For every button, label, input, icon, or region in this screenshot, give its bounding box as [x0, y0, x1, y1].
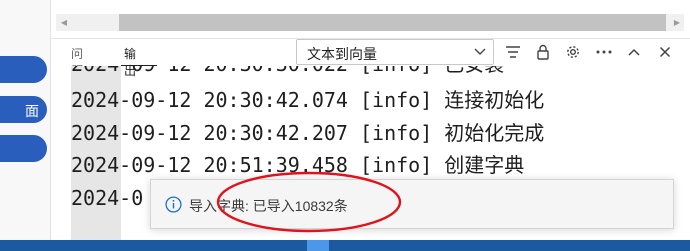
chevron-up-icon[interactable]	[624, 42, 644, 62]
status-bar-accent	[307, 240, 329, 251]
log-line: 2024-09-12 20:51:39.458 [info] 创建字典	[71, 153, 525, 177]
sidebar-item-3[interactable]	[0, 135, 47, 162]
log-line: 2024-09-12 20:30:42.207 [info] 初始化完成	[71, 121, 545, 145]
gear-icon[interactable]	[563, 42, 583, 62]
log-line: 2024-0	[71, 186, 144, 210]
sidebar-item-2[interactable]: 面	[0, 96, 47, 123]
sidebar-item-label: 面	[25, 103, 39, 119]
status-bar	[0, 240, 690, 251]
scroll-left-arrow-icon[interactable]: ◀	[57, 14, 71, 31]
more-icon[interactable]	[594, 42, 614, 62]
chevron-down-icon	[474, 48, 486, 55]
sidebar-item-1[interactable]	[0, 56, 47, 83]
log-line: 2024-09-12 20:30:30.022 [info] 已安装	[71, 66, 504, 76]
output-channel-select[interactable]: 文本到向量	[296, 39, 494, 65]
notification-message: 导入字典: 已导入10832条	[189, 198, 348, 214]
sidebar: 面	[0, 0, 50, 251]
notification-toast[interactable]: 导入字典: 已导入10832条	[150, 179, 674, 229]
close-icon[interactable]	[655, 42, 675, 62]
filter-list-icon[interactable]	[503, 42, 523, 62]
editor-scroll-area: ◀ ▶	[51, 0, 690, 40]
info-icon	[165, 196, 182, 213]
log-line: 2024-09-12 20:30:42.074 [info] 连接初始化	[71, 88, 545, 112]
lock-icon[interactable]	[533, 42, 553, 62]
scroll-right-arrow-icon[interactable]: ▶	[670, 14, 684, 31]
scrollbar-thumb[interactable]	[119, 14, 666, 31]
output-channel-value: 文本到向量	[307, 46, 377, 62]
